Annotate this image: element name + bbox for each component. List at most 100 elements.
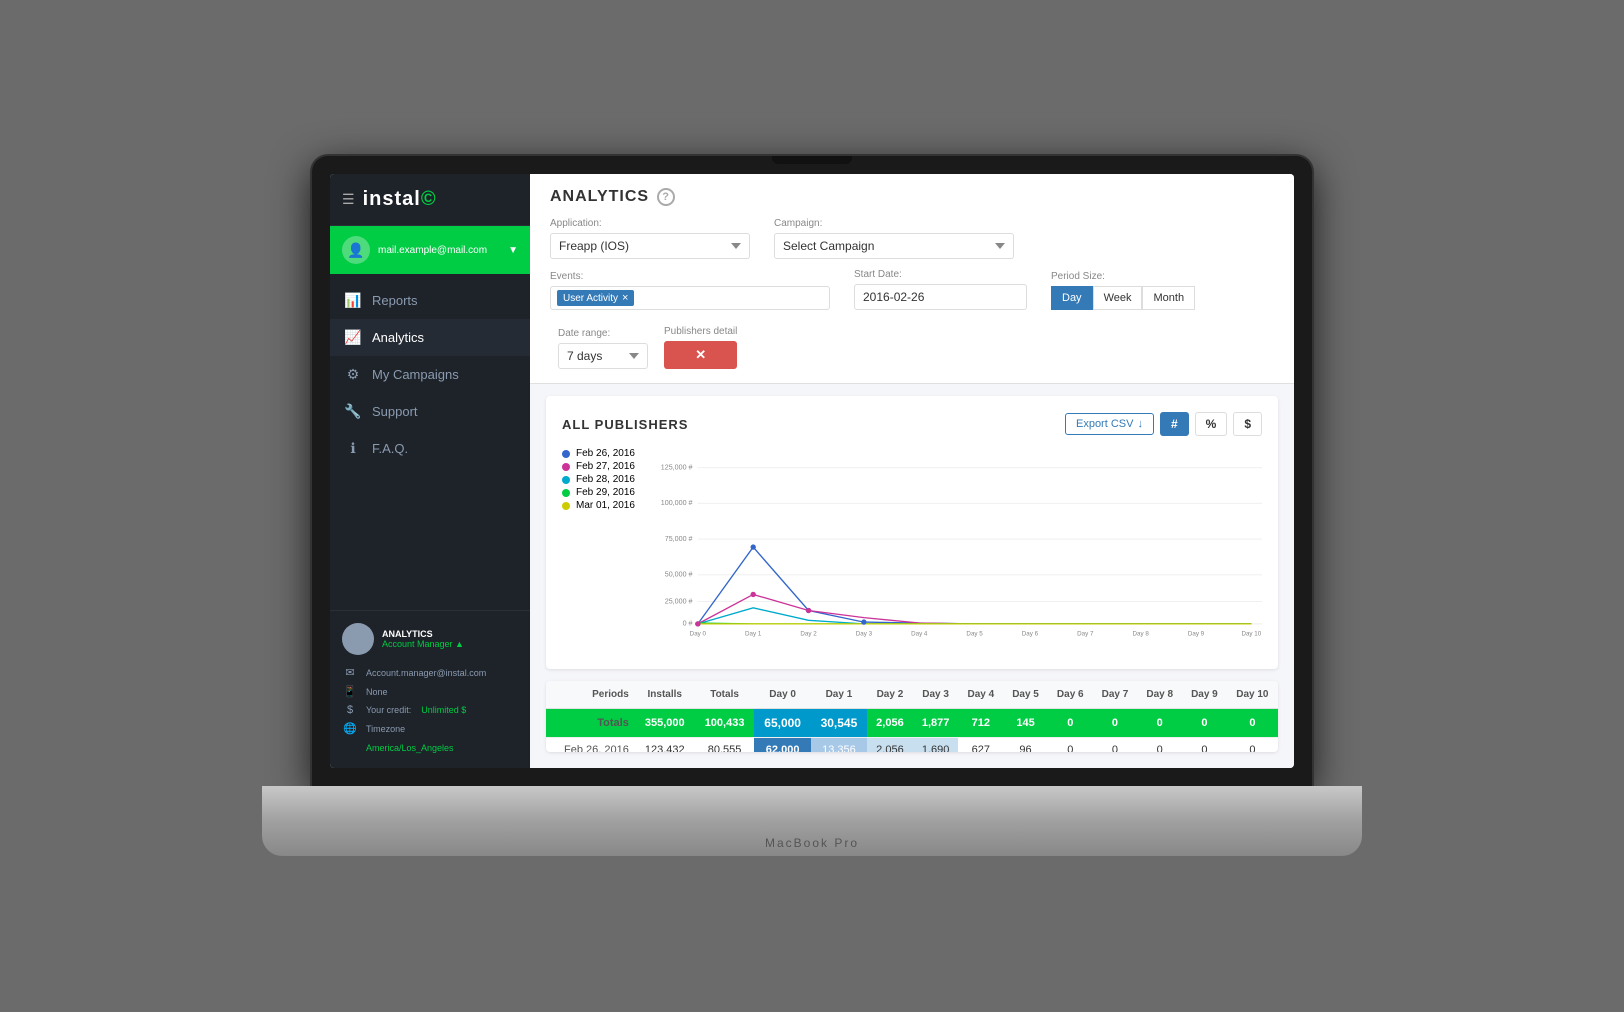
events-input[interactable]: User Activity × [550, 286, 830, 310]
timezone-icon: 🌐 [342, 722, 358, 735]
logo-dot: © [421, 188, 437, 210]
start-date-label: Start Date: [854, 269, 1027, 280]
sidebar-item-label: F.A.Q. [372, 441, 408, 456]
hamburger-icon[interactable]: ☰ [342, 191, 355, 208]
publishers-label: Publishers detail [664, 326, 737, 337]
campaign-select[interactable]: Select Campaign [774, 233, 1014, 259]
period-btn-week[interactable]: Week [1093, 286, 1143, 310]
sidebar-item-label: Analytics [372, 330, 424, 345]
period-btn-day[interactable]: Day [1051, 286, 1093, 310]
day4-cell: 627 [958, 738, 1003, 753]
sidebar-item-reports[interactable]: 📊 Reports [330, 282, 530, 319]
sidebar-footer: ANALYTICS Account Manager ▲ ✉ Account.ma… [330, 610, 530, 768]
svg-text:Day 10: Day 10 [1241, 630, 1261, 637]
svg-text:Day 8: Day 8 [1132, 630, 1149, 637]
date-range-select[interactable]: 7 days 14 days 30 days [558, 343, 648, 369]
footer-credit-value: Unlimited $ [421, 705, 466, 715]
sidebar: ☰ instal© 👤 mail.example@mail.com ▼ 📊 Re… [330, 174, 530, 768]
publishers-detail-filter: Publishers detail ✕ [664, 326, 737, 369]
campaign-filter: Campaign: Select Campaign [774, 218, 1014, 259]
legend-dot [562, 502, 570, 510]
user-section[interactable]: 👤 mail.example@mail.com ▼ [330, 226, 530, 274]
view-btn-percent[interactable]: % [1195, 412, 1228, 436]
sidebar-item-analytics[interactable]: 📈 Analytics [330, 319, 530, 356]
chart-area: 125,000 # 100,000 # 75,000 # 50,000 # 25… [655, 448, 1262, 653]
day10-cell: 0 [1227, 738, 1278, 753]
footer-phone-row: 📱 None [342, 682, 518, 701]
table-row: Feb 26, 2016 123,432 80,555 62,000 13,35… [546, 738, 1278, 753]
totals-installs: 355,000 [635, 709, 695, 738]
svg-text:Day 4: Day 4 [911, 630, 928, 637]
sidebar-item-label: My Campaigns [372, 367, 459, 382]
col-periods: Periods [546, 681, 635, 709]
period-size-filter: Period Size: Day Week Month [1051, 271, 1195, 310]
svg-text:75,000 #: 75,000 # [665, 535, 693, 543]
line-feb28 [698, 608, 1251, 624]
analytics-icon: 📈 [344, 329, 362, 346]
totals-day8: 0 [1137, 709, 1182, 738]
footer-timezone-value: America/Los_Angeles [366, 743, 454, 753]
svg-text:125,000 #: 125,000 # [661, 463, 693, 471]
sidebar-item-support[interactable]: 🔧 Support [330, 393, 530, 430]
export-csv-button[interactable]: Export CSV ↓ [1065, 413, 1154, 435]
filter-row-2: Events: User Activity × Start Date: [550, 269, 1274, 369]
period-buttons: Day Week Month [1051, 286, 1195, 310]
chart-legend: Feb 26, 2016 Feb 27, 2016 Feb 28, 2016 [562, 448, 635, 643]
footer-user-row: ANALYTICS Account Manager ▲ [342, 623, 518, 655]
footer-email: Account.manager@instal.com [366, 668, 486, 678]
campaign-label: Campaign: [774, 218, 1014, 229]
svg-text:0 #: 0 # [683, 620, 693, 628]
legend-item: Feb 27, 2016 [562, 461, 635, 472]
day3-cell: 1,690 [913, 738, 959, 753]
totals-day4: 712 [958, 709, 1003, 738]
day0-cell: 62,000 [754, 738, 810, 753]
application-filter: Application: Freapp (IOS) [550, 218, 750, 259]
date-range-filter: Date range: 7 days 14 days 30 days [558, 328, 648, 369]
event-tag[interactable]: User Activity × [557, 290, 634, 306]
svg-text:Day 0: Day 0 [690, 630, 707, 637]
chart-body: Feb 26, 2016 Feb 27, 2016 Feb 28, 2016 [562, 448, 1262, 653]
footer-credit-row: $ Your credit: Unlimited $ [342, 701, 518, 719]
view-btn-hash[interactable]: # [1160, 412, 1189, 436]
footer-timezone-row: 🌐 Timezone [342, 719, 518, 738]
period-btn-month[interactable]: Month [1142, 286, 1195, 310]
main-content: ANALYTICS ? Application: Freapp (IOS) Ca… [530, 174, 1294, 768]
day6-cell: 0 [1048, 738, 1093, 753]
sidebar-item-my-campaigns[interactable]: ⚙ My Campaigns [330, 356, 530, 393]
reports-icon: 📊 [344, 292, 362, 309]
day2-cell: 2,056 [867, 738, 913, 753]
footer-timezone-label: Timezone [366, 724, 405, 734]
footer-credit-label: Your credit: [366, 705, 411, 715]
nav-items: 📊 Reports 📈 Analytics ⚙ My Campaigns 🔧 S… [330, 274, 530, 610]
legend-item: Feb 28, 2016 [562, 474, 635, 485]
totals-day9: 0 [1182, 709, 1227, 738]
totals-day3: 1,877 [913, 709, 959, 738]
sidebar-header: ☰ instal© [330, 174, 530, 226]
chart-header: ALL PUBLISHERS Export CSV ↓ # % $ [562, 412, 1262, 436]
application-select[interactable]: Freapp (IOS) [550, 233, 750, 259]
phone-icon: 📱 [342, 685, 358, 698]
legend-label: Feb 26, 2016 [576, 448, 635, 459]
line-feb27 [698, 594, 1251, 623]
title-text: ANALYTICS [550, 188, 649, 206]
help-icon[interactable]: ? [657, 188, 675, 206]
chart-title: ALL PUBLISHERS [562, 417, 688, 432]
support-icon: 🔧 [344, 403, 362, 420]
start-date-input[interactable] [854, 284, 1027, 310]
col-day3: Day 3 [913, 681, 959, 709]
day5-cell: 96 [1003, 738, 1048, 753]
sidebar-item-label: Support [372, 404, 418, 419]
period-size-label: Period Size: [1051, 271, 1195, 282]
event-tag-close[interactable]: × [622, 292, 628, 304]
col-day6: Day 6 [1048, 681, 1093, 709]
laptop-notch [772, 156, 852, 164]
credit-icon: $ [342, 704, 358, 716]
export-label: Export CSV [1076, 418, 1133, 430]
col-day10: Day 10 [1227, 681, 1278, 709]
sidebar-item-faq[interactable]: ℹ F.A.Q. [330, 430, 530, 467]
clear-button[interactable]: ✕ [664, 341, 737, 369]
chevron-down-icon: ▼ [508, 245, 518, 256]
campaigns-icon: ⚙ [344, 366, 362, 383]
view-btn-dollar[interactable]: $ [1233, 412, 1262, 436]
installs-cell: 123,432 [635, 738, 695, 753]
